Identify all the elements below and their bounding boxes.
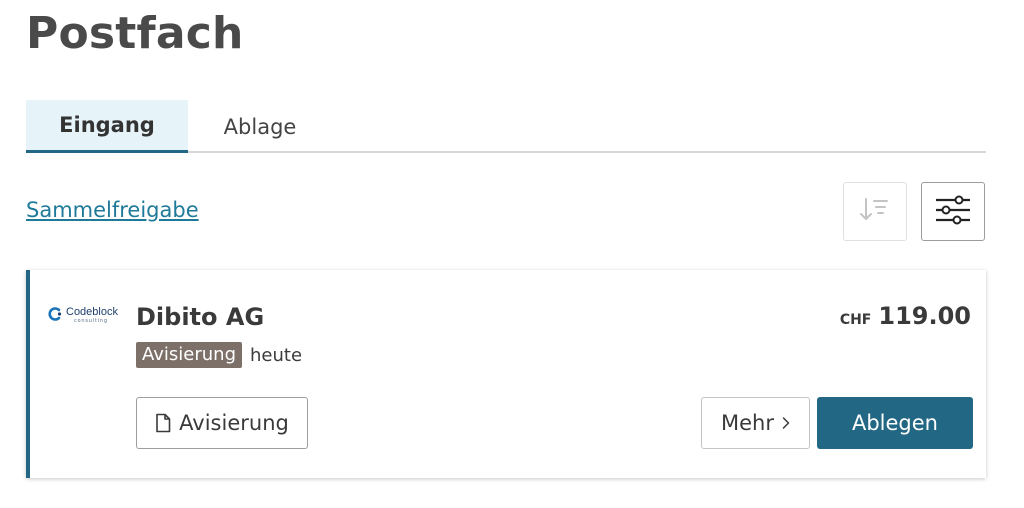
page-title: Postfach (26, 8, 244, 59)
date-label: heute (250, 344, 303, 366)
bulk-release-link[interactable]: Sammelfreigabe (26, 198, 199, 222)
view-document-button[interactable]: Avisierung (136, 397, 308, 449)
more-label: Mehr (721, 411, 774, 435)
amount-value: 119.00 (878, 302, 971, 330)
sort-button[interactable] (843, 182, 907, 241)
codeblock-logo-icon (48, 306, 64, 325)
document-meta: Avisierung heute (136, 342, 302, 368)
file-away-button[interactable]: Ablegen (817, 397, 973, 449)
tab-bar: Eingang Ablage (26, 100, 986, 153)
more-button[interactable]: Mehr (701, 397, 810, 449)
document-card: Codeblock consulting Dibito AG CHF 119.0… (26, 270, 986, 478)
currency-label: CHF (839, 312, 872, 328)
sliders-filter-icon (933, 192, 973, 232)
filter-button[interactable] (921, 182, 985, 241)
chevron-right-icon (782, 416, 790, 430)
status-badge: Avisierung (136, 342, 243, 368)
logo-name: Codeblock (66, 306, 118, 318)
tab-ablage[interactable]: Ablage (188, 100, 332, 153)
document-icon (155, 413, 171, 433)
company-logo: Codeblock consulting (48, 306, 118, 325)
company-name: Dibito AG (136, 303, 265, 331)
tab-eingang[interactable]: Eingang (26, 100, 188, 153)
sort-descending-icon (857, 192, 893, 232)
view-document-label: Avisierung (179, 411, 289, 435)
logo-subtitle: consulting (74, 318, 108, 324)
amount: CHF 119.00 (840, 302, 971, 330)
